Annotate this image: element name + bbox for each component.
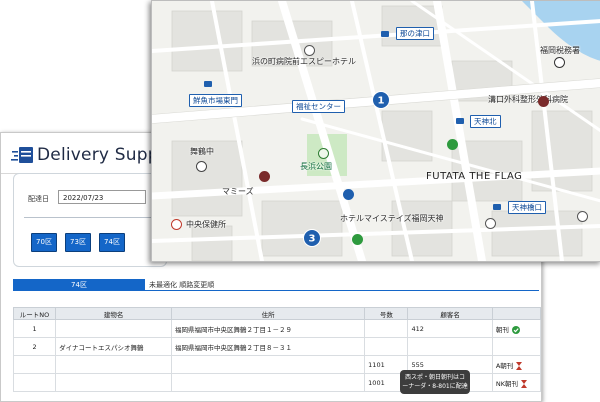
label-futata: FUTATA THE FLAG (426, 171, 523, 182)
route-button-70[interactable]: 70区 (31, 233, 57, 252)
bus-stop-nanotsu[interactable]: 那の津口 (396, 27, 434, 40)
delivery-note-tooltip: 西スポ・朝日朝刊はコ ーナーダ・8-801に配達 (400, 370, 470, 394)
delivery-logo-icon (11, 147, 33, 163)
route-pin-number: 1 (378, 96, 385, 107)
label-maizuru-jhs: 舞鶴中 (190, 147, 214, 156)
cell-item (491, 337, 541, 356)
landmark-icon (577, 211, 588, 222)
cell-address (171, 355, 366, 374)
shrine-icon (485, 218, 496, 229)
table-row[interactable]: 2 ダイナコートエスパシオ舞鶴 福岡県福岡市中央区舞鶴２丁目８－３１ (12, 337, 541, 356)
delivery-date-input[interactable]: 2022/07/23 (58, 190, 146, 204)
cell-item: 朝刊 (491, 319, 541, 338)
table-row[interactable]: 1 福岡県福岡市中央区舞鶴２丁目１－２９ 412 朝刊 (12, 319, 541, 338)
cell-route-no: 1 (12, 319, 57, 338)
cell-building (55, 319, 173, 338)
route-tabbar: 74区 未最適化 順路変更順 (13, 279, 539, 291)
cell-building (55, 373, 173, 392)
cell-customer: 412 (407, 319, 493, 338)
cell-customer (407, 337, 493, 356)
col-address[interactable]: 住所 (171, 307, 366, 320)
route-pin-1[interactable]: 1 (372, 91, 390, 109)
date-label: 配達日 (28, 195, 49, 203)
tooltip-line: ーナーダ・8-801に配達 (402, 383, 468, 390)
convenience-store-icon (447, 139, 458, 150)
item-label: A朝刊 (495, 361, 514, 370)
hourglass-icon (516, 361, 523, 370)
shop-icon (259, 171, 270, 182)
filter-panel: 配達日 2022/07/23 70区 73区 74区 (13, 173, 167, 267)
route-button-73[interactable]: 73区 (65, 233, 91, 252)
bus-stop-welfare-center[interactable]: 福祉センター (292, 100, 345, 113)
col-unit[interactable]: 号数 (364, 307, 409, 320)
label-hotel-my-stays: ホテルマイステイズ福岡天神 (340, 214, 444, 223)
hotel-icon (304, 45, 315, 56)
health-center-icon (171, 219, 182, 230)
tax-office-icon (554, 57, 565, 68)
cell-route-no: 2 (12, 337, 57, 356)
hospital-icon (538, 96, 549, 107)
col-route-no[interactable]: ルートNO (12, 307, 57, 320)
label-mamies: マミーズ (222, 187, 254, 196)
label-tax-office: 福岡税務署 (540, 46, 580, 55)
label-hospital-hotel: 浜の町病院前エスピーホテル (252, 57, 356, 66)
cell-building (55, 355, 173, 374)
divider (24, 217, 164, 218)
bus-stop-fishmarket[interactable]: 鮮魚市場東門 (189, 94, 242, 107)
bus-icon (381, 31, 389, 37)
cell-route-no (12, 373, 57, 392)
col-building[interactable]: 建物名 (55, 307, 173, 320)
park-icon (318, 148, 329, 159)
cell-address (171, 373, 366, 392)
hourglass-icon (520, 379, 527, 388)
route-map[interactable]: 浜の町病院前エスピーホテル 福岡税務署 溝口外科整形外科病院 舞鶴中 長浜公園 … (151, 0, 600, 262)
convenience-store-icon (352, 234, 363, 245)
tooltip-line: 西スポ・朝日朝刊はコ (404, 374, 465, 381)
cell-address: 福岡県福岡市中央区舞鶴２丁目８－３１ (171, 337, 366, 356)
route-button-74[interactable]: 74区 (99, 233, 125, 252)
cell-unit (364, 337, 409, 356)
col-item (491, 307, 541, 320)
route-pin-3[interactable]: 3 (303, 229, 321, 247)
cell-address: 福岡県福岡市中央区舞鶴２丁目１－２９ (171, 319, 366, 338)
cell-route-no (12, 355, 57, 374)
bus-icon (493, 204, 501, 210)
cell-unit (364, 319, 409, 338)
bus-icon (456, 118, 464, 124)
item-label: 朝刊 (495, 325, 509, 334)
cell-item: NK朝刊 (491, 373, 541, 392)
cell-item: A朝刊 (491, 355, 541, 374)
cell-building: ダイナコートエスパシオ舞鶴 (55, 337, 173, 356)
label-health-center: 中央保健所 (186, 220, 226, 229)
col-customer[interactable]: 顧客名 (407, 307, 493, 320)
route-pin-number: 3 (309, 234, 316, 245)
bus-stop-tenjin-north[interactable]: 天神北 (470, 115, 501, 128)
tab-underline (13, 290, 539, 291)
school-icon (196, 161, 207, 172)
bus-icon (204, 81, 212, 87)
check-icon (511, 325, 520, 334)
table-header-row: ルートNO 建物名 住所 号数 顧客名 (12, 307, 541, 320)
parking-icon (343, 189, 354, 200)
label-mizoguchi-hospital: 溝口外科整形外科病院 (488, 95, 568, 104)
item-label: NK朝刊 (495, 379, 518, 388)
bus-stop-tenjin-bridge[interactable]: 天神橋口 (508, 201, 546, 214)
label-nagahama-park: 長浜公園 (300, 162, 332, 171)
